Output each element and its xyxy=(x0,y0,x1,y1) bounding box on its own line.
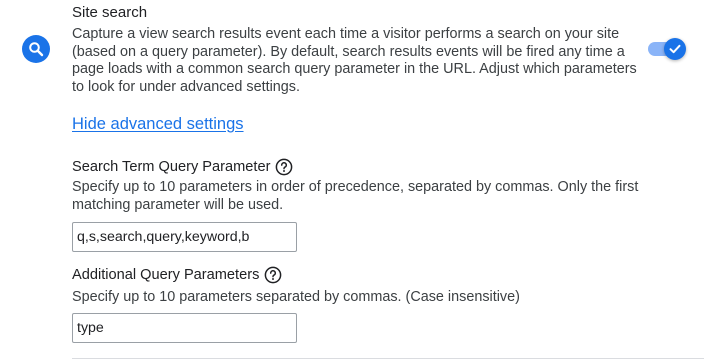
site-search-settings: Site search Capture a view search result… xyxy=(0,0,704,363)
divider xyxy=(72,358,704,359)
additional-params-input[interactable] xyxy=(72,313,297,343)
additional-label-row: Additional Query Parameters xyxy=(72,266,282,284)
search-term-input[interactable] xyxy=(72,222,297,252)
site-search-description: Capture a view search results event each… xyxy=(72,26,637,95)
additional-params-label: Additional Query Parameters xyxy=(72,267,260,283)
site-search-toggle[interactable] xyxy=(646,38,690,62)
toggle-thumb xyxy=(664,38,686,60)
search-term-description: Specify up to 10 parameters in order of … xyxy=(72,179,639,213)
search-icon xyxy=(22,35,50,63)
site-search-title: Site search xyxy=(72,4,148,21)
help-icon[interactable] xyxy=(264,266,282,284)
additional-params-description: Specify up to 10 parameters separated by… xyxy=(72,289,520,305)
search-term-label-row: Search Term Query Parameter xyxy=(72,158,293,176)
search-term-label: Search Term Query Parameter xyxy=(72,159,271,175)
checkmark-icon xyxy=(669,44,681,54)
help-icon[interactable] xyxy=(275,158,293,176)
hide-advanced-settings-link[interactable]: Hide advanced settings xyxy=(72,115,244,134)
